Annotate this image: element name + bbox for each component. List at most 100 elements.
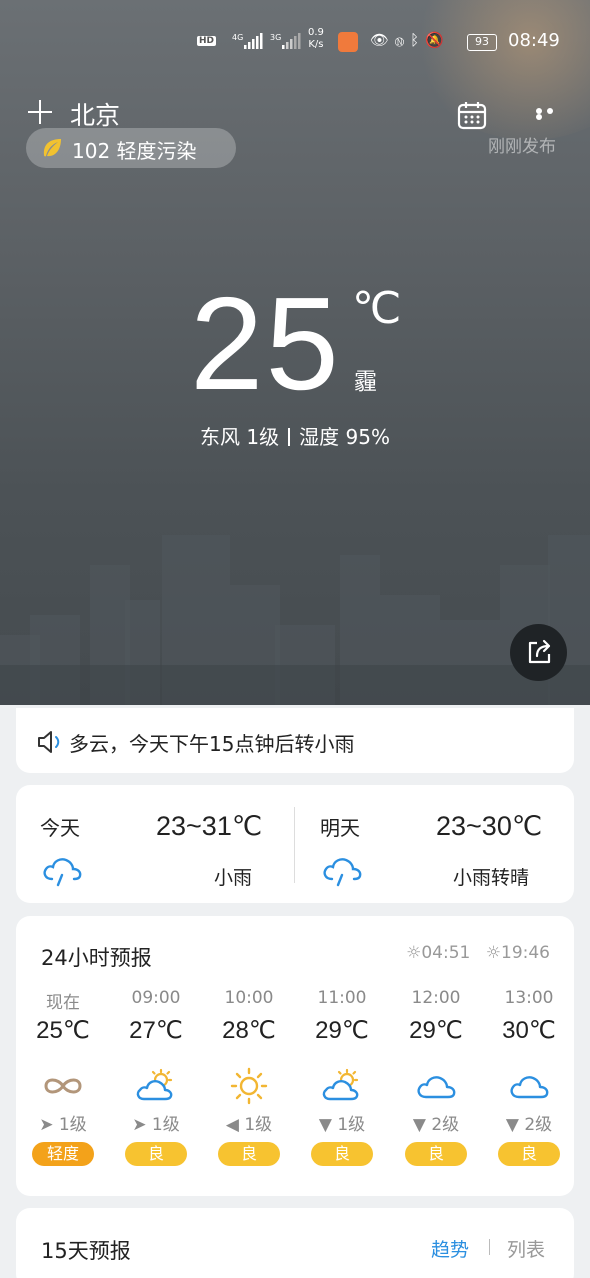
wind-direction-icon: ▼ xyxy=(412,1115,432,1135)
sunset-time: 19:46 xyxy=(501,943,550,963)
hour-time: 13:00 xyxy=(504,988,554,1008)
wind-info: 东风 1级 xyxy=(200,425,280,449)
sunrise-icon: ☼ xyxy=(406,943,422,963)
hour-item[interactable]: 10:00 28℃ ◀ 1级 良 xyxy=(204,988,294,1166)
battery-icon: 93 xyxy=(467,34,497,51)
rain-cloud-icon xyxy=(43,858,82,887)
wind-direction-icon: ◀ xyxy=(225,1115,245,1135)
eye-comfort-icon: 👁 xyxy=(370,31,396,49)
current-temperature: 25 xyxy=(190,270,341,417)
system-icons: 👁Ⓝᛒ🔕 xyxy=(370,31,450,49)
more-options-icon[interactable] xyxy=(536,108,568,120)
hour-time: 现在 xyxy=(46,993,80,1013)
sig2-label: 3G xyxy=(270,33,281,42)
speed-unit: K/s xyxy=(308,39,324,50)
hour-wind-level: 1级 xyxy=(151,1115,180,1135)
daily-summary-card: 今天 23~31℃ 小雨 明天 23~30℃ 小雨转晴 xyxy=(16,785,574,903)
wind-direction-icon: ➤ xyxy=(39,1115,59,1135)
city-name[interactable]: 北京 xyxy=(70,96,120,132)
hour-wind-level: 1级 xyxy=(58,1115,87,1135)
hour-item[interactable]: 11:00 29℃ ▼ 1级 良 xyxy=(297,988,387,1166)
sunrise-time: 04:51 xyxy=(421,943,471,963)
hour-time: 12:00 xyxy=(411,988,461,1008)
leaf-icon xyxy=(43,139,61,157)
hour-aqi-badge: 良 xyxy=(311,1142,373,1166)
hour-item[interactable]: 09:00 27℃ ➤ 1级 良 xyxy=(111,988,201,1166)
hour-wind: ▼ 1级 xyxy=(297,1108,387,1142)
signal-4g-icon: 4G xyxy=(232,32,264,54)
hour-aqi-badge: 良 xyxy=(218,1142,280,1166)
hour-time: 09:00 xyxy=(131,988,181,1008)
sig1-label: 4G xyxy=(232,33,243,42)
today-range: 23~31℃ xyxy=(156,811,263,841)
hourly-forecast-card: 24小时预报 ☼04:51 ☼19:46 现在 25℃ ➤ 1级 轻度 09:0… xyxy=(16,916,574,1196)
tab-trend[interactable]: 趋势 xyxy=(431,1235,469,1262)
hour-item[interactable]: 现在 25℃ ➤ 1级 轻度 xyxy=(18,988,108,1166)
hour-wind-level: 2级 xyxy=(431,1115,460,1135)
tomorrow-label: 明天 xyxy=(320,816,360,840)
wind-direction-icon: ➤ xyxy=(132,1115,152,1135)
hour-temp: 30℃ xyxy=(502,1017,556,1044)
fifteen-day-forecast-card: 15天预报 趋势 列表 xyxy=(16,1208,574,1278)
forecast-title: 15天预报 xyxy=(41,1239,131,1263)
rain-cloud-icon xyxy=(323,858,362,887)
current-condition: 霾 xyxy=(354,369,377,395)
temperature-unit: ℃ xyxy=(352,284,402,333)
bluetooth-icon: ᛒ xyxy=(410,31,426,49)
hour-wind: ▼ 2级 xyxy=(391,1108,481,1142)
app-notification-icon xyxy=(338,32,358,52)
aqi-text: 102 轻度污染 xyxy=(72,139,197,163)
hour-temp: 27℃ xyxy=(129,1017,183,1044)
mute-icon: 🔕 xyxy=(425,31,450,49)
weather-notice-card[interactable]: 多云，今天下午15点钟后转小雨 xyxy=(16,708,574,773)
hour-wind-level: 2级 xyxy=(524,1115,553,1135)
sun-times: ☼04:51 ☼19:46 xyxy=(396,943,550,963)
partly-cloudy-icon xyxy=(297,1064,387,1108)
status-bar: HD 4G 3G 0.9 K/s 👁Ⓝᛒ🔕 93 08:49 xyxy=(0,26,590,62)
hd-voice-icon: HD xyxy=(197,36,217,46)
notice-text: 多云，今天下午15点钟后转小雨 xyxy=(69,732,355,756)
speaker-icon[interactable] xyxy=(36,730,64,754)
cloudy-icon xyxy=(391,1064,481,1108)
clock: 08:49 xyxy=(508,30,560,51)
hour-item[interactable]: 13:00 30℃ ▼ 2级 良 xyxy=(484,988,574,1166)
tab-divider xyxy=(489,1239,490,1255)
hour-wind: ➤ 1级 xyxy=(18,1108,108,1142)
partly-cloudy-icon xyxy=(111,1064,201,1108)
hour-wind: ◀ 1级 xyxy=(204,1108,294,1142)
hour-aqi-badge: 良 xyxy=(125,1142,187,1166)
tomorrow-range: 23~30℃ xyxy=(436,811,543,841)
aqi-badge-button[interactable]: 102 轻度污染 xyxy=(26,128,236,168)
hour-temp: 29℃ xyxy=(315,1017,369,1044)
haze-icon xyxy=(18,1064,108,1108)
cloudy-icon xyxy=(484,1064,574,1108)
add-city-icon[interactable] xyxy=(28,100,52,124)
hour-item[interactable]: 12:00 29℃ ▼ 2级 良 xyxy=(391,988,481,1166)
wind-humidity-line: 东风 1级 湿度 95% xyxy=(0,421,590,450)
city-skyline-image xyxy=(0,535,590,705)
hour-aqi-badge: 良 xyxy=(498,1142,560,1166)
hour-temp: 25℃ xyxy=(36,1017,90,1044)
speed-value: 0.9 xyxy=(308,27,324,38)
today-condition: 小雨 xyxy=(214,867,253,889)
hour-wind-level: 1级 xyxy=(337,1115,366,1135)
hour-aqi-badge: 轻度 xyxy=(32,1142,94,1166)
network-speed: 0.9 K/s xyxy=(308,27,324,51)
weather-hero: HD 4G 3G 0.9 K/s 👁Ⓝᛒ🔕 93 08:49 北京 刚刚发布 1… xyxy=(0,0,590,705)
publish-status: 刚刚发布 xyxy=(488,137,556,157)
tomorrow-condition: 小雨转晴 xyxy=(453,867,530,889)
share-icon xyxy=(528,639,551,664)
wind-direction-icon: ▼ xyxy=(318,1115,338,1135)
hour-wind-level: 1级 xyxy=(244,1115,273,1135)
hourly-title: 24小时预报 xyxy=(41,946,152,970)
hour-wind: ➤ 1级 xyxy=(111,1108,201,1142)
wind-direction-icon: ▼ xyxy=(505,1115,525,1135)
today-label: 今天 xyxy=(40,816,80,840)
sunset-icon: ☼ xyxy=(485,943,501,963)
signal-3g-icon: 3G xyxy=(270,32,302,54)
calendar-icon[interactable] xyxy=(457,100,487,130)
tab-list[interactable]: 列表 xyxy=(507,1235,545,1262)
hour-time: 11:00 xyxy=(317,988,367,1008)
humidity-info: 湿度 95% xyxy=(299,425,390,449)
share-button[interactable] xyxy=(510,624,567,681)
